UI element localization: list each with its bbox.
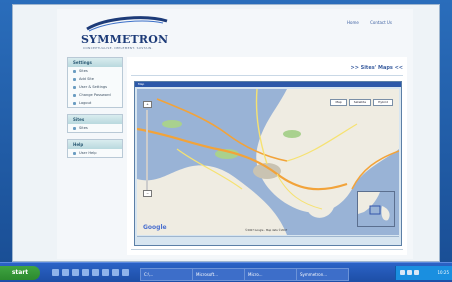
page-title: >> Sites' Maps << <box>350 65 404 71</box>
sidebar-item-label: User & Settings <box>79 85 108 89</box>
start-button[interactable]: start <box>0 266 40 280</box>
map-type-bar: Map Satellite Hybrid <box>330 99 393 106</box>
sidebar-item-label: Change Password <box>79 93 111 97</box>
browser-window: SYMMETRON CONCEPTUALISE. IMPLEMENT. SUST… <box>12 4 440 262</box>
sidebar-item-label: Add Site <box>79 77 94 81</box>
sidebar-item-label: Sites <box>79 69 88 73</box>
tray-icon[interactable] <box>414 270 419 275</box>
sidebar-item-label: Sites <box>79 126 88 130</box>
map-footer <box>137 236 399 243</box>
taskbar-item[interactable]: C:\... <box>140 268 193 281</box>
sites-panel-header: Sites <box>68 115 122 124</box>
settings-panel-header: Settings <box>68 58 122 67</box>
taskbar-item[interactable]: Microsoft... <box>192 268 245 281</box>
contact-link[interactable]: Contact Us <box>370 20 392 25</box>
sidebar-item-label: User Help <box>79 151 97 155</box>
help-panel: Help User Help <box>67 139 123 158</box>
home-link[interactable]: Home <box>347 20 359 25</box>
divider <box>131 249 403 250</box>
map-type-hybrid-button[interactable]: Hybrid <box>373 99 393 106</box>
tray-icon[interactable] <box>400 270 405 275</box>
bullet-icon <box>73 85 76 89</box>
logo-swoosh-icon <box>86 16 168 32</box>
sidebar-item-user-settings[interactable]: User & Settings <box>68 83 122 91</box>
zoom-control[interactable]: + − <box>143 101 152 209</box>
quicklaunch-icon[interactable] <box>62 269 69 276</box>
map-window[interactable]: Map + − Map Satellite Hybrid Google ©200… <box>134 81 402 246</box>
sidebar-item-sites[interactable]: Sites <box>68 67 122 75</box>
taskbar: start C:\... Microsoft... Micro... Symme… <box>0 262 452 282</box>
map-titlebar: Map <box>135 82 401 87</box>
help-panel-header: Help <box>68 140 122 149</box>
divider <box>131 75 403 76</box>
sidebar-item-label: Logout <box>79 101 92 105</box>
google-logo: Google <box>143 224 167 231</box>
overview-map-image <box>358 192 394 226</box>
quicklaunch-icon[interactable] <box>102 269 109 276</box>
bullet-icon <box>73 151 76 155</box>
zoom-out-button[interactable]: − <box>143 190 152 197</box>
top-links: Home Contact Us <box>347 20 402 25</box>
quicklaunch-icon[interactable] <box>122 269 129 276</box>
taskbar-item[interactable]: Symmetron... <box>296 268 349 281</box>
quicklaunch-icon[interactable] <box>112 269 119 276</box>
sidebar-item-sites-list[interactable]: Sites <box>68 124 122 132</box>
logo-tagline: CONCEPTUALISE. IMPLEMENT. SUSTAIN. <box>83 46 153 50</box>
zoom-slider[interactable] <box>146 110 148 190</box>
clock: 10:25 <box>437 270 449 275</box>
sidebar: Settings Sites Add Site User & Settings … <box>67 57 123 164</box>
quicklaunch-icon[interactable] <box>82 269 89 276</box>
bullet-icon <box>73 126 76 130</box>
sidebar-item-user-help[interactable]: User Help <box>68 149 122 157</box>
sidebar-item-logout[interactable]: Logout <box>68 99 122 107</box>
bullet-icon <box>73 77 76 81</box>
zoom-in-button[interactable]: + <box>143 101 152 108</box>
web-page: SYMMETRON CONCEPTUALISE. IMPLEMENT. SUST… <box>57 9 413 259</box>
quicklaunch-icon[interactable] <box>92 269 99 276</box>
quicklaunch-icon[interactable] <box>72 269 79 276</box>
map-type-satellite-button[interactable]: Satellite <box>348 99 372 106</box>
map-type-map-button[interactable]: Map <box>330 99 347 106</box>
map-copyright: ©2007 Google - Map data ©2007 <box>245 229 288 232</box>
taskbar-item[interactable]: Micro... <box>244 268 297 281</box>
sidebar-item-change-password[interactable]: Change Password <box>68 91 122 99</box>
bullet-icon <box>73 101 76 105</box>
map-canvas[interactable]: + − Map Satellite Hybrid Google ©2007 Go… <box>137 89 399 235</box>
tray-icon[interactable] <box>407 270 412 275</box>
main-content: >> Sites' Maps << Map + − Map Satellite … <box>127 57 407 255</box>
settings-panel: Settings Sites Add Site User & Settings … <box>67 57 123 108</box>
bullet-icon <box>73 69 76 73</box>
sidebar-item-add-site[interactable]: Add Site <box>68 75 122 83</box>
system-tray: 10:25 <box>395 266 452 280</box>
map-overview[interactable] <box>357 191 395 227</box>
quicklaunch-icon[interactable] <box>52 269 59 276</box>
logo[interactable]: SYMMETRON CONCEPTUALISE. IMPLEMENT. SUST… <box>77 15 177 50</box>
logo-text: SYMMETRON <box>81 33 169 46</box>
bullet-icon <box>73 93 76 97</box>
sites-panel: Sites Sites <box>67 114 123 133</box>
